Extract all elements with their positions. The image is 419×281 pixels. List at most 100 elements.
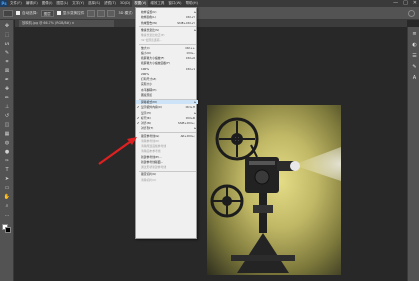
view-menu-item[interactable]: 屏幕模式(M) ▸ — [136, 100, 198, 104]
background-color-swatch[interactable] — [5, 227, 11, 233]
canvas-area[interactable] — [15, 27, 407, 281]
zoom-icon[interactable]: ⌕ — [3, 203, 11, 210]
submenu-arrow-icon: ▸ — [194, 110, 196, 115]
maximize-icon[interactable]: □ — [403, 0, 408, 7]
menu-4[interactable]: 图层(L) — [54, 0, 70, 7]
photoshop-logo[interactable]: Ps — [0, 0, 8, 7]
menu-item-shortcut: Ctrl+1 — [185, 66, 195, 71]
menu-item-label: 像素长宽比(S) — [141, 27, 159, 32]
view-menu-item[interactable]: 100% Ctrl+1 — [136, 67, 198, 71]
dock-panel-icon[interactable]: ◐ — [411, 42, 418, 49]
submenu-arrow-icon: ▸ — [194, 100, 196, 104]
eyedropper-icon[interactable]: ✒ — [3, 77, 11, 84]
menu-9[interactable]: 视图(V) — [132, 0, 149, 7]
healing-icon[interactable]: ✚ — [3, 86, 11, 93]
menu-item-label: 清除切片(C) — [141, 177, 157, 182]
menu-1[interactable]: 文件(F) — [8, 0, 24, 7]
blur-icon[interactable]: ◍ — [3, 140, 11, 147]
view-menu-item[interactable]: 按屏幕大小缩放画板(F) — [136, 61, 198, 65]
menu-7[interactable]: 滤镜(T) — [102, 0, 118, 7]
align-left-icon[interactable] — [87, 9, 96, 17]
menu-item-label: 新建参考线(E)... — [141, 154, 162, 159]
dodge-icon[interactable]: ● — [3, 149, 11, 156]
layer-dropdown[interactable]: 图层 — [40, 9, 54, 17]
menu-11[interactable]: 窗口(W) — [166, 0, 183, 7]
view-menu-item[interactable]: 锁定参考线(G) Alt+Ctrl+; — [136, 134, 198, 138]
transform-label: 显示变换控件 — [62, 10, 85, 15]
menu-12[interactable]: 帮助(H) — [184, 0, 200, 7]
view-menu-item[interactable]: 缩小(O) Ctrl+- — [136, 51, 198, 55]
view-menu-item[interactable]: ✔ 标尺(R) Ctrl+R — [136, 116, 198, 120]
crop-icon[interactable]: ⌗ — [3, 59, 11, 66]
stamp-icon[interactable]: ⊥ — [3, 104, 11, 111]
menu-item-label: 显示(H) — [141, 110, 151, 115]
quick-select-icon[interactable]: ✎ — [3, 50, 11, 57]
gradient-icon[interactable]: ▦ — [3, 131, 11, 138]
hand-icon[interactable]: ✋ — [3, 194, 11, 201]
menu-10[interactable]: 增效工具 — [148, 0, 166, 7]
tool-preset-icon[interactable] — [3, 9, 13, 17]
path-select-icon[interactable]: ➤ — [3, 176, 11, 183]
menu-5[interactable]: 文字(Y) — [70, 0, 86, 7]
view-menu-item[interactable]: 按屏幕大小缩放(F) Ctrl+0 — [136, 56, 198, 60]
view-menu-item[interactable]: 色域警告(W) Shift+Ctrl+Y — [136, 21, 198, 25]
view-menu-item[interactable]: 打印尺寸(Z) — [136, 77, 198, 81]
minimize-icon[interactable]: — — [393, 0, 398, 7]
align-right-icon[interactable] — [107, 9, 116, 17]
transform-checkbox[interactable] — [56, 11, 61, 15]
brush-icon[interactable]: ✏ — [3, 95, 11, 102]
pen-icon[interactable]: ✑ — [3, 158, 11, 165]
search-icon[interactable] — [408, 10, 415, 17]
frame-icon[interactable]: ⊠ — [3, 68, 11, 75]
view-menu-item[interactable]: 锁定切片(K) — [136, 172, 198, 176]
dock-panel-icon[interactable]: A — [411, 75, 418, 82]
menu-item-label: 图案预览 — [141, 92, 153, 97]
auto-select-option[interactable]: 自动选择: — [16, 9, 38, 17]
lasso-icon[interactable]: ᔕ — [3, 41, 11, 48]
options-bar: 自动选择: 图层 显示变换控件 3D 模式: — [0, 7, 419, 20]
view-menu-item[interactable]: 实际大小 — [136, 82, 198, 86]
view-menu-item[interactable]: 放大(I) Ctrl++ — [136, 46, 198, 50]
align-center-icon[interactable] — [97, 9, 106, 17]
menu-item-label: 锁定参考线(G) — [141, 133, 160, 138]
view-menu-item[interactable]: 水平翻转(H) — [136, 88, 198, 92]
view-menu-item[interactable]: 校样颜色(L) Ctrl+Y — [136, 15, 198, 19]
view-menu-item: 32 位预览选项... — [136, 38, 198, 42]
view-menu-item[interactable]: 新建参考线(E)... — [136, 155, 198, 159]
close-icon[interactable]: ✕ — [413, 0, 417, 7]
dock-panel-icon[interactable]: ☰ — [411, 53, 418, 60]
align-buttons — [87, 9, 116, 17]
dock-panel-icon[interactable]: ✎ — [411, 64, 418, 71]
view-menu-item[interactable]: ✔ 显示额外内容(X) Ctrl+H — [136, 105, 198, 109]
auto-select-checkbox[interactable] — [16, 11, 20, 15]
layer-select[interactable]: 图层 — [40, 9, 54, 17]
view-menu-item[interactable]: 校样设置(U) ▸ — [136, 10, 198, 14]
view-menu-item[interactable]: 图案预览 — [136, 93, 198, 97]
menu-item-label: 校样设置(U) — [141, 10, 157, 14]
dock-panel-icon[interactable]: ≡ — [411, 31, 418, 38]
menu-6[interactable]: 选择(S) — [86, 0, 102, 7]
history-brush-icon[interactable]: ↺ — [3, 113, 11, 120]
view-menu-item[interactable]: 像素长宽比(S) ▸ — [136, 28, 198, 32]
more-icon[interactable]: … — [3, 212, 11, 219]
shape-icon[interactable]: ▭ — [3, 185, 11, 192]
move-icon[interactable]: ✥ — [3, 23, 11, 30]
view-menu-item[interactable]: 对齐到(T) ▸ — [136, 126, 198, 130]
transform-option[interactable]: 显示变换控件 — [56, 9, 85, 17]
marquee-icon[interactable]: ⬚ — [3, 32, 11, 39]
eraser-icon[interactable]: ◫ — [3, 122, 11, 129]
type-icon[interactable]: T — [3, 167, 11, 174]
menu-item-label: 水平翻转(H) — [141, 87, 157, 92]
menu-item-label: 实际大小 — [141, 82, 153, 87]
view-menu-item[interactable]: 新建参考线版面... — [136, 160, 198, 164]
menu-item-shortcut: Alt+Ctrl+; — [180, 133, 195, 138]
view-menu-item[interactable]: 200% — [136, 72, 198, 76]
view-menu-item[interactable]: ✔ 对齐(N) Shift+Ctrl+; — [136, 121, 198, 125]
view-menu-item[interactable]: 显示(H) ▸ — [136, 111, 198, 115]
move-tool-preset[interactable] — [3, 9, 13, 17]
menu-item-label: 清除所选画板参考线 — [141, 144, 167, 148]
menu-2[interactable]: 编辑(E) — [24, 0, 40, 7]
menu-8[interactable]: 3D(D) — [118, 0, 132, 7]
menu-3[interactable]: 图像(I) — [40, 0, 55, 7]
document-tab[interactable]: 放映机.jpg @ 66.7% (RGB/8#) × — [19, 20, 114, 27]
